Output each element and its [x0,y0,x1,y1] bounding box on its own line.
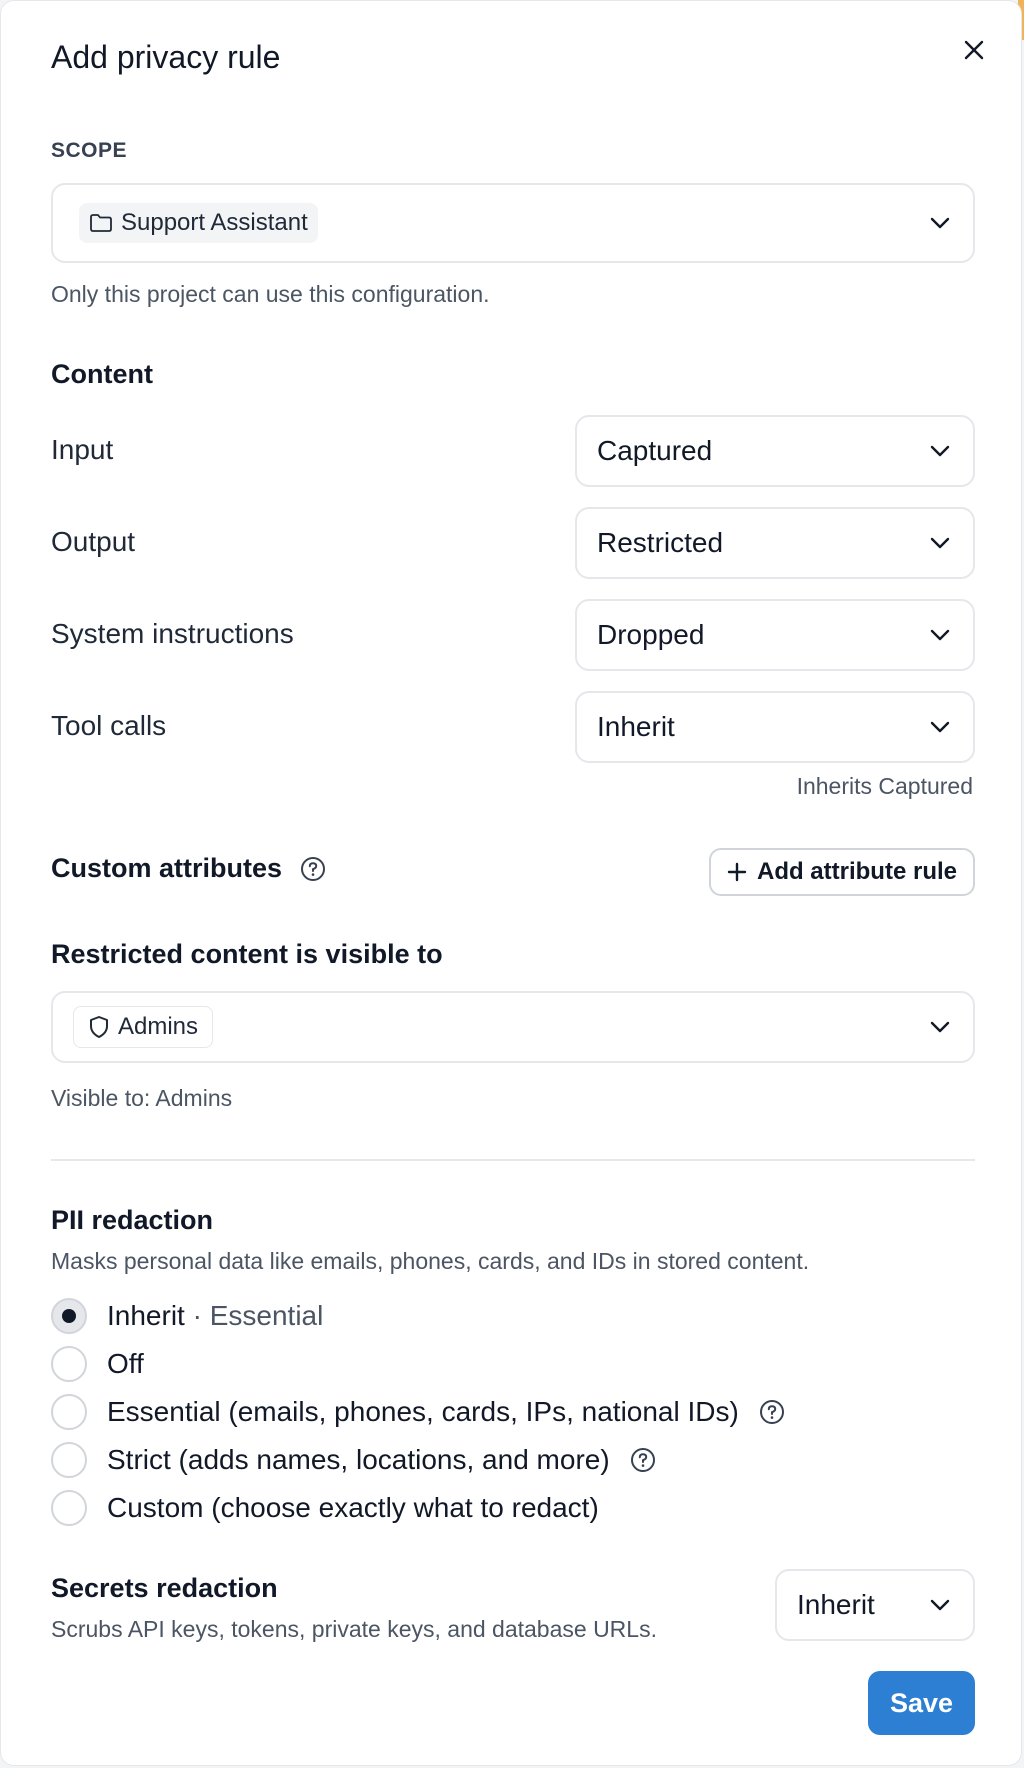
secrets-description: Scrubs API keys, tokens, private keys, a… [51,1616,657,1642]
system-instructions-value: Dropped [597,619,705,650]
visibility-heading: Restricted content is visible to [51,939,443,969]
scope-select[interactable]: Support Assistant [51,183,975,263]
pii-option-inherit[interactable]: Inherit · Essential [51,1298,323,1334]
chevron-down-icon [929,628,951,642]
custom-attributes-heading: Custom attributes [51,853,283,883]
tool-calls-value: Inherit [597,711,675,742]
folder-icon [90,214,112,232]
radio-button[interactable] [51,1346,87,1382]
radio-button[interactable] [51,1490,87,1526]
dialog-title: Add privacy rule [51,39,281,75]
system-instructions-label: System instructions [51,618,294,649]
save-button[interactable]: Save [868,1671,975,1735]
pii-option-essential[interactable]: Essential (emails, phones, cards, IPs, n… [51,1394,785,1430]
output-label: Output [51,526,136,557]
content-heading: Content [51,359,153,389]
pii-option-label: Off [107,1348,144,1379]
pii-description: Masks personal data like emails, phones,… [51,1248,810,1274]
privacy-rule-dialog: Add privacy rule SCOPE Support Assistant… [0,0,1022,1766]
scope-label: SCOPE [51,139,128,162]
chevron-down-icon [929,444,951,458]
chevron-down-icon [929,216,951,230]
tool-calls-select[interactable]: Inherit [575,691,975,763]
chevron-down-icon [929,720,951,734]
pii-option-label: Essential (emails, phones, cards, IPs, n… [107,1396,739,1427]
shield-icon [90,1016,108,1038]
custom-attributes-header: Custom attributes [51,853,326,884]
input-select[interactable]: Captured [575,415,975,487]
secrets-value: Inherit [797,1589,875,1620]
pii-option-label: Inherit [107,1300,185,1331]
help-icon[interactable] [300,856,326,882]
visibility-helper: Visible to: Admins [51,1085,233,1111]
add-attribute-rule-button[interactable]: Add attribute rule [709,848,975,896]
pii-option-suffix: · Essential [192,1300,324,1331]
add-attribute-rule-label: Add attribute rule [756,858,957,885]
scope-chip: Support Assistant [79,203,318,243]
close-button[interactable] [959,35,989,65]
chevron-down-icon [929,1598,951,1612]
admins-chip-label: Admins [118,1013,199,1040]
close-icon [964,40,984,60]
scope-chip-label: Support Assistant [121,209,308,236]
input-value: Captured [597,435,713,466]
admins-chip: Admins [73,1006,214,1048]
help-icon[interactable] [630,1447,656,1473]
pii-option-label: Custom (choose exactly what to redact) [107,1492,599,1523]
help-icon[interactable] [759,1399,785,1425]
pii-option-label: Strict (adds names, locations, and more) [107,1444,610,1475]
pii-option-off[interactable]: Off [51,1346,144,1382]
system-instructions-select[interactable]: Dropped [575,599,975,671]
divider [51,1159,975,1161]
pii-option-custom[interactable]: Custom (choose exactly what to redact) [51,1490,599,1526]
output-value: Restricted [597,527,724,558]
radio-button[interactable] [51,1442,87,1478]
scope-helper: Only this project can use this configura… [51,281,490,307]
radio-button[interactable] [51,1394,87,1430]
secrets-heading: Secrets redaction [51,1573,278,1603]
input-label: Input [51,434,114,465]
chevron-down-icon [929,536,951,550]
secrets-select[interactable]: Inherit [775,1569,975,1641]
plus-icon [727,862,747,882]
pii-heading: PII redaction [51,1205,214,1235]
radio-button[interactable] [51,1298,87,1334]
visibility-select[interactable]: Admins [51,991,975,1063]
tool-calls-label: Tool calls [51,710,167,741]
chevron-down-icon [929,1020,951,1034]
pii-option-strict[interactable]: Strict (adds names, locations, and more) [51,1442,656,1478]
tool-calls-note: Inherits Captured [796,773,973,799]
output-select[interactable]: Restricted [575,507,975,579]
